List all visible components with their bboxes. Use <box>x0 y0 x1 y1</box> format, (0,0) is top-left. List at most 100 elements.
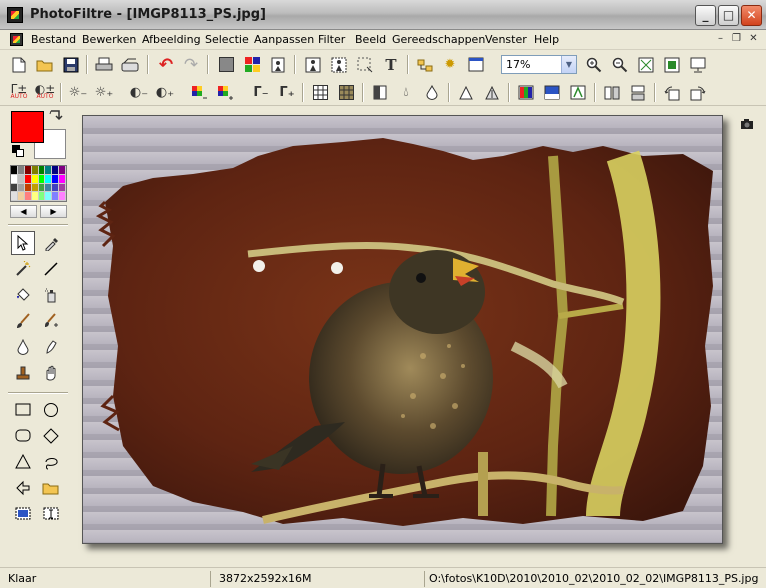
palette-swatch[interactable] <box>59 183 66 193</box>
palette-swatch[interactable] <box>11 174 18 184</box>
document-icon[interactable] <box>10 33 23 46</box>
color-balance-icon[interactable] <box>515 82 537 103</box>
open-icon[interactable] <box>39 476 63 500</box>
selection-icon[interactable] <box>354 54 376 75</box>
palette-icon[interactable] <box>241 54 263 75</box>
brightness-plus-icon[interactable]: ☼₊ <box>93 82 115 103</box>
palette-prev-button[interactable]: ◀ <box>10 205 37 218</box>
palette-swatch[interactable] <box>52 174 60 184</box>
image-canvas[interactable] <box>82 115 723 544</box>
palette-swatch[interactable] <box>31 183 39 193</box>
ellipse-icon[interactable] <box>39 398 63 422</box>
palette-swatch[interactable] <box>38 192 46 201</box>
palette-swatch[interactable] <box>11 166 18 175</box>
palette-swatch[interactable] <box>38 166 46 175</box>
hand-icon[interactable] <box>39 361 63 385</box>
select-all-icon[interactable] <box>11 502 35 526</box>
palette-next-button[interactable]: ▶ <box>40 205 67 218</box>
palette-swatch[interactable] <box>24 174 32 184</box>
app-icon[interactable] <box>7 7 23 23</box>
menu-afbeelding[interactable]: Afbeelding <box>142 33 201 46</box>
palette-swatch[interactable] <box>38 183 46 193</box>
brightness-minus-icon[interactable]: ☼₋ <box>67 82 89 103</box>
image-icon[interactable] <box>541 82 563 103</box>
palette-swatch[interactable] <box>11 192 18 201</box>
effect-icon[interactable] <box>567 82 589 103</box>
flip-vertical-icon[interactable] <box>601 82 623 103</box>
levels-icon[interactable] <box>369 82 391 103</box>
mdi-minimize-button[interactable]: – <box>713 32 728 47</box>
saturation-minus-icon[interactable] <box>189 82 211 103</box>
triangle-shape-icon[interactable] <box>11 450 35 474</box>
fill-bucket-icon[interactable] <box>11 283 35 307</box>
mdi-restore-button[interactable]: ❐ <box>729 32 744 47</box>
fit-window-icon[interactable] <box>635 54 657 75</box>
triangle-outline-icon[interactable] <box>481 82 503 103</box>
triangle-icon[interactable] <box>455 82 477 103</box>
zoom-out-icon[interactable] <box>609 54 631 75</box>
palette-swatch[interactable] <box>59 174 66 184</box>
menu-gereedschappen[interactable]: Gereedschappen <box>392 33 485 46</box>
palette-swatch[interactable] <box>38 174 46 184</box>
contrast-minus-icon[interactable]: ◐₋ <box>128 82 150 103</box>
auto-levels-icon[interactable]: Γ± AUTO <box>8 82 30 103</box>
reset-colors-icon[interactable] <box>12 145 26 159</box>
line-icon[interactable] <box>39 257 63 281</box>
text-icon[interactable]: T <box>380 54 402 75</box>
magic-wand-icon[interactable] <box>11 257 35 281</box>
palette-swatch[interactable] <box>31 166 39 175</box>
color-palette[interactable] <box>10 165 67 202</box>
palette-swatch[interactable] <box>31 174 39 184</box>
gamma-plus-icon[interactable]: Γ₊ <box>276 82 298 103</box>
palette-swatch[interactable] <box>17 174 25 184</box>
fullscreen-icon[interactable] <box>687 54 709 75</box>
transparency-icon[interactable] <box>267 54 289 75</box>
auto-contrast-icon[interactable]: ◐± AUTO <box>34 82 56 103</box>
palette-swatch[interactable] <box>24 183 32 193</box>
stamp-icon[interactable] <box>11 361 35 385</box>
save-icon[interactable] <box>60 54 82 75</box>
saturation-plus-icon[interactable] <box>215 82 237 103</box>
palette-swatch[interactable] <box>31 192 39 201</box>
menu-filter[interactable]: Filter <box>318 33 345 46</box>
contrast-plus-icon[interactable]: ◐₊ <box>154 82 176 103</box>
advanced-brush-icon[interactable] <box>39 309 63 333</box>
foreground-color-swatch[interactable] <box>11 111 44 143</box>
drop-icon[interactable]: 💧︎ <box>395 82 417 103</box>
brush-icon[interactable] <box>11 309 35 333</box>
palette-swatch[interactable] <box>45 166 53 175</box>
palette-swatch[interactable] <box>59 192 66 201</box>
grayscale-icon[interactable] <box>215 54 237 75</box>
new-file-icon[interactable] <box>8 54 30 75</box>
menu-bestand[interactable]: Bestand <box>31 33 76 46</box>
maximize-button[interactable]: □ <box>718 5 739 26</box>
palette-swatch[interactable] <box>17 183 25 193</box>
print-icon[interactable] <box>93 54 115 75</box>
rounded-rect-icon[interactable] <box>11 424 35 448</box>
palette-swatch[interactable] <box>59 166 66 175</box>
drop-outline-icon[interactable] <box>421 82 443 103</box>
close-button[interactable]: ✕ <box>741 5 762 26</box>
pointer-icon[interactable] <box>11 231 35 255</box>
blur-drop-icon[interactable] <box>11 335 35 359</box>
lasso-icon[interactable] <box>39 450 63 474</box>
flip-horizontal-icon[interactable] <box>627 82 649 103</box>
open-folder-icon[interactable] <box>34 54 56 75</box>
polygon-lasso-icon[interactable] <box>11 476 35 500</box>
scanner-icon[interactable] <box>119 54 141 75</box>
mdi-close-button[interactable]: ✕ <box>746 32 761 47</box>
browser-icon[interactable] <box>414 54 436 75</box>
rotate-left-icon[interactable] <box>661 82 683 103</box>
diamond-icon[interactable] <box>39 424 63 448</box>
palette-swatch[interactable] <box>52 192 60 201</box>
palette-swatch[interactable] <box>45 192 53 201</box>
palette-swatch[interactable] <box>24 166 32 175</box>
window-icon[interactable] <box>465 54 487 75</box>
menu-bewerken[interactable]: Bewerken <box>82 33 136 46</box>
blur-grid-icon[interactable] <box>309 82 331 103</box>
menu-aanpassen[interactable]: Aanpassen <box>254 33 314 46</box>
palette-swatch[interactable] <box>17 192 25 201</box>
minimize-button[interactable]: _ <box>695 5 716 26</box>
menu-help[interactable]: Help <box>534 33 559 46</box>
palette-swatch[interactable] <box>52 183 60 193</box>
